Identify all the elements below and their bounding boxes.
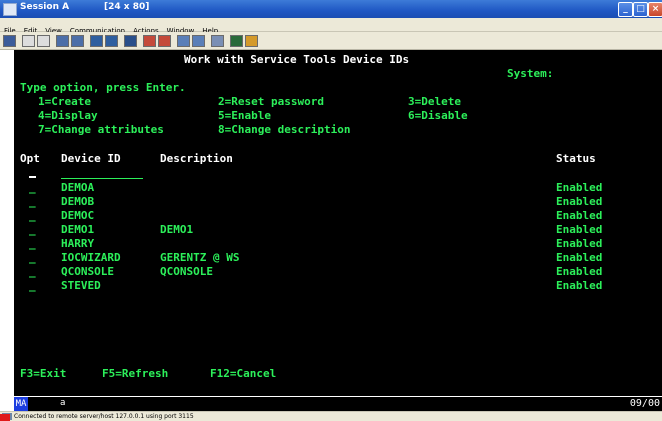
row-status: Enabled: [556, 265, 603, 278]
column-description: Description: [160, 152, 233, 165]
status-bar: Connected to remote server/host 127.0.0.…: [0, 411, 662, 421]
option-create: 1=Create: [38, 95, 91, 108]
option-display: 4=Display: [38, 109, 98, 122]
connect-icon[interactable]: [177, 35, 190, 47]
row-device-id: STEVED: [61, 279, 101, 292]
row-opt-input[interactable]: _: [29, 223, 36, 236]
text-cursor: [29, 176, 36, 178]
row-device-id: DEMOB: [61, 195, 95, 208]
row-opt-input[interactable]: _: [29, 209, 36, 222]
row-opt-input[interactable]: _: [29, 195, 36, 208]
screen-title: Work with Service Tools Device IDs: [184, 53, 410, 66]
close-icon[interactable]: ×: [648, 2, 662, 17]
option-disable: 6=Disable: [408, 109, 468, 122]
status-text: Connected to remote server/host 127.0.0.…: [14, 413, 194, 420]
edit-icon[interactable]: [245, 35, 258, 47]
option-delete: 3=Delete: [408, 95, 461, 108]
macro-play-icon[interactable]: [143, 35, 156, 47]
window-size: [24 x 80]: [104, 2, 150, 12]
fkey-exit[interactable]: F3=Exit: [20, 367, 66, 380]
macro-stop-icon[interactable]: [158, 35, 171, 47]
column-device-id: Device ID: [61, 152, 121, 165]
keyboard-icon[interactable]: [105, 35, 118, 47]
row-status: Enabled: [556, 223, 603, 236]
row-status: Enabled: [556, 195, 603, 208]
emulator-window: Session A [24 x 80] _ □ × File Edit View Co…: [0, 0, 662, 421]
row-status: Enabled: [556, 251, 603, 264]
minimize-icon[interactable]: _: [618, 2, 633, 17]
option-enable: 5=Enable: [218, 109, 271, 122]
row-device-id: IOCWIZARD: [61, 251, 121, 264]
row-opt-input[interactable]: _: [29, 265, 36, 278]
menu-bar: File Edit View Communication Actions Window He…: [0, 18, 662, 35]
toolbar: [0, 32, 662, 50]
settings-icon[interactable]: [211, 35, 224, 47]
option-change-attributes: 7=Change attributes: [38, 123, 164, 136]
red-marker: [0, 414, 10, 421]
option-reset-password: 2=Reset password: [218, 95, 324, 108]
print-screen-icon[interactable]: [3, 35, 16, 47]
session-icon: [3, 3, 17, 16]
row-device-id: DEMOC: [61, 209, 95, 222]
disconnect-icon[interactable]: [192, 35, 205, 47]
terminal-screen[interactable]: Work with Service Tools Device IDs Syste…: [14, 50, 662, 396]
row-status: Enabled: [556, 237, 603, 250]
display-icon[interactable]: [90, 35, 103, 47]
column-status: Status: [556, 152, 596, 165]
option-change-description: 8=Change description: [218, 123, 351, 136]
fkey-cancel[interactable]: F12=Cancel: [210, 367, 276, 380]
row-description: DEMO1: [160, 223, 194, 236]
row-device-id: DEMO1: [61, 223, 95, 236]
color-icon[interactable]: [230, 35, 243, 47]
maximize-icon[interactable]: □: [633, 2, 648, 17]
row-opt-input[interactable]: _: [29, 181, 36, 194]
cursor-position: 09/00: [629, 398, 660, 409]
row-device-id: DEMOA: [61, 181, 95, 194]
row-description: QCONSOLE: [160, 265, 213, 278]
row-status: Enabled: [556, 209, 603, 222]
record-icon[interactable]: [124, 35, 137, 47]
title-bar: Session A [24 x 80] _ □ ×: [0, 0, 662, 18]
row-description: GERENTZ @ WS: [160, 251, 240, 264]
copy-icon[interactable]: [22, 35, 35, 47]
row-status: Enabled: [556, 181, 603, 194]
row-device-id: HARRY: [61, 237, 95, 250]
window-title: Session A: [20, 2, 70, 12]
row-device-id: QCONSOLE: [61, 265, 114, 278]
paste-icon[interactable]: [37, 35, 50, 47]
receive-icon[interactable]: [71, 35, 84, 47]
row-opt-input[interactable]: _: [29, 279, 36, 292]
device-id-input-underline[interactable]: [61, 178, 143, 179]
fkey-refresh[interactable]: F5=Refresh: [102, 367, 168, 380]
row-opt-input[interactable]: _: [29, 251, 36, 264]
send-icon[interactable]: [56, 35, 69, 47]
operator-info-area: MA a 09/00: [14, 397, 662, 411]
row-status: Enabled: [556, 279, 603, 292]
instruction-text: Type option, press Enter.: [20, 81, 186, 94]
oia-mode: MA: [14, 397, 28, 411]
system-label: System:: [507, 67, 554, 80]
oia-indicator: a: [60, 398, 66, 408]
row-opt-input[interactable]: _: [29, 237, 36, 250]
column-opt: Opt: [20, 152, 40, 165]
